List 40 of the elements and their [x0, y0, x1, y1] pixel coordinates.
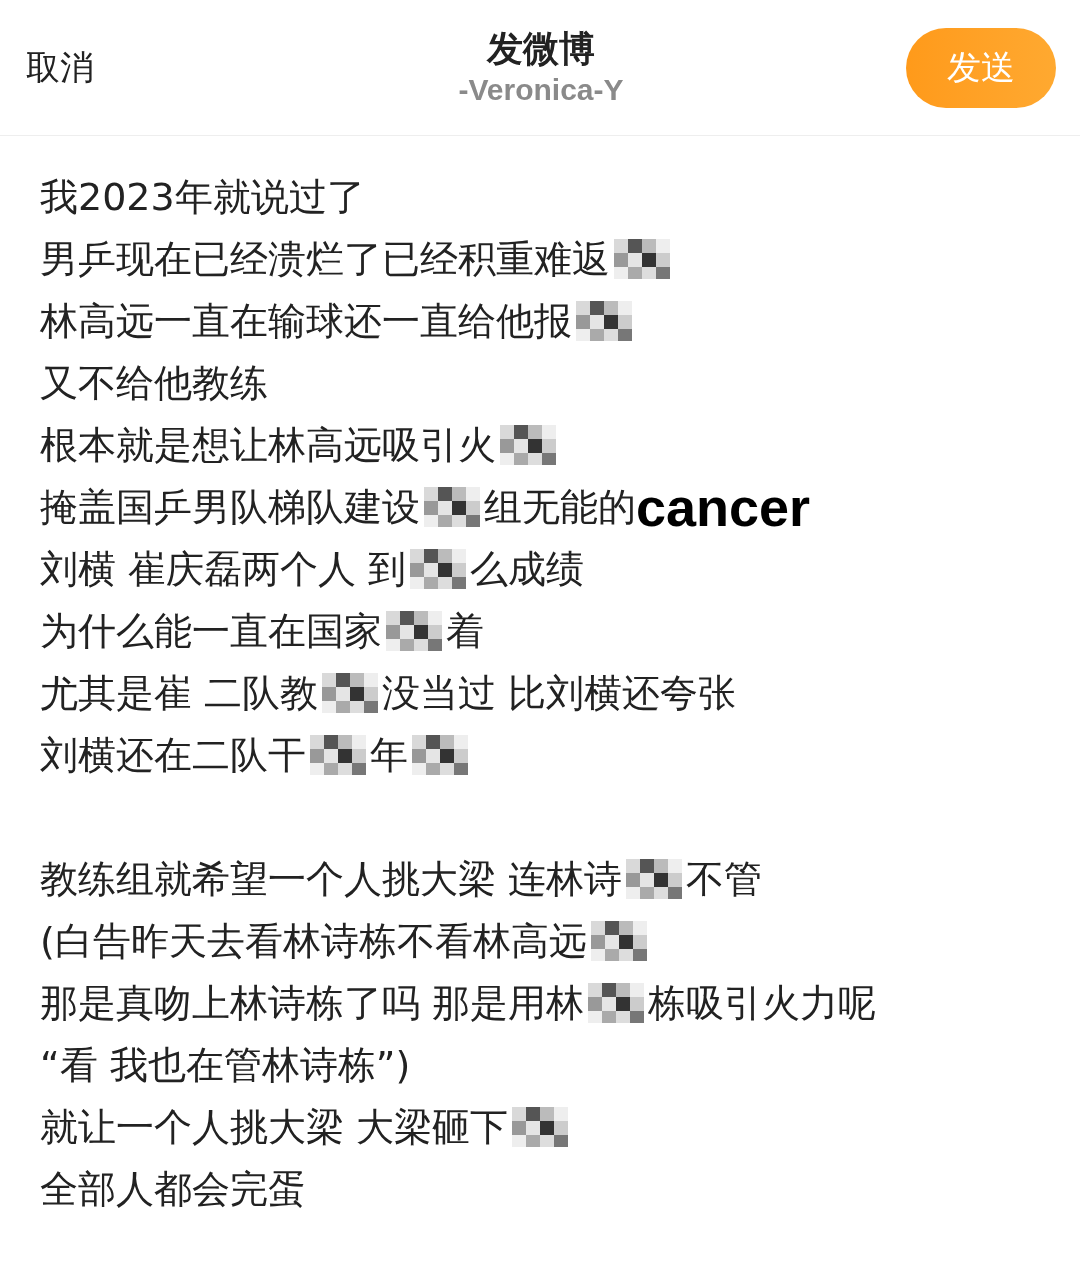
account-name: -Veronica-Y	[458, 72, 624, 109]
pixelated-patch	[626, 859, 683, 899]
post-text: 教练组就希望一个人挑大梁 连林诗	[40, 855, 623, 903]
post-text: 组无能的	[484, 483, 636, 531]
post-text: 刘横还在二队干	[40, 731, 306, 779]
pixelated-patch	[614, 239, 670, 279]
pixelated-patch	[576, 301, 632, 341]
post-text: 我2023年就说过了	[40, 173, 365, 221]
post-text: 栋吸引火力呢	[648, 979, 877, 1027]
pixelated-patch	[590, 921, 647, 961]
pixelated-patch	[386, 611, 442, 651]
pixelated-patch	[424, 487, 480, 527]
pixelated-patch	[310, 735, 366, 775]
post-text: 又不给他教练	[40, 359, 268, 407]
post-text: cancer	[636, 475, 811, 539]
post-text: 没当过 比刘横还夸张	[382, 669, 737, 717]
cancel-button[interactable]: 取消	[26, 42, 176, 93]
post-text: 为什么能一直在国家	[40, 607, 382, 655]
pixelated-patch	[412, 735, 468, 775]
pixelated-patch	[322, 673, 379, 713]
post-text: 全部人都会完蛋	[40, 1165, 306, 1213]
window-title: 发微博	[487, 27, 595, 72]
post-text: 年	[370, 731, 408, 779]
post-text: 就让一个人挑大梁 大梁砸下	[40, 1103, 509, 1151]
pixelated-patch	[588, 983, 645, 1023]
post-text: 那是真吻上林诗栋了吗 那是用林	[40, 979, 585, 1027]
pixelated-patch	[410, 549, 467, 589]
post-text: 掩盖国乒男队梯队建设	[40, 483, 420, 531]
post-text: 着	[446, 607, 484, 655]
post-text: 男乒现在已经溃烂了已经积重难返	[40, 235, 610, 283]
pixelated-patch	[500, 425, 556, 465]
pixelated-patch	[512, 1107, 569, 1147]
post-text: 尤其是崔 二队教	[40, 669, 319, 717]
post-text: 不管	[686, 855, 763, 903]
post-text: (白告昨天去看林诗栋不看林高远	[40, 917, 587, 965]
post-text: “看 我也在管林诗栋”)	[40, 1041, 411, 1089]
post-text: 么成绩	[470, 545, 585, 593]
post-text: 林高远一直在输球还一直给他报	[40, 297, 572, 345]
post-text: 根本就是想让林高远吸引火	[40, 421, 496, 469]
post-text: 刘横 崔庆磊两个人 到	[40, 545, 407, 593]
